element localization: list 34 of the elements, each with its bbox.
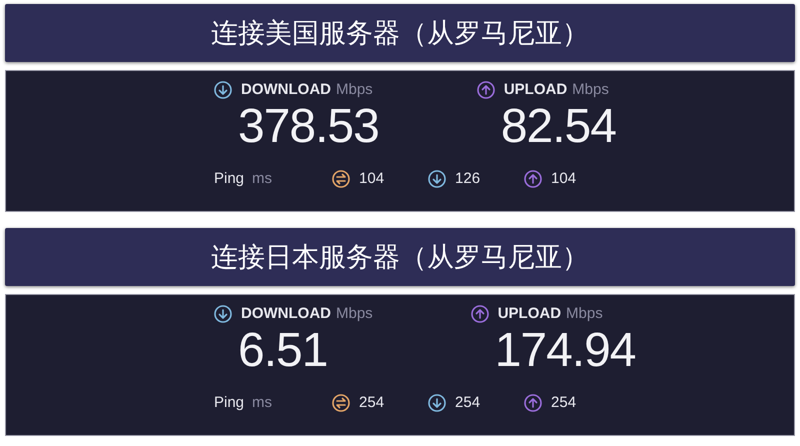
ping-label: Ping — [214, 392, 244, 412]
upload-icon — [470, 305, 489, 324]
section-title: 连接美国服务器（从罗马尼亚） — [5, 4, 795, 62]
ping-icon — [332, 394, 350, 412]
ping-value: 254 — [359, 392, 384, 412]
speed-value: 174.94 — [494, 326, 636, 376]
unit-label: ms — [252, 392, 274, 412]
upload-icon — [476, 81, 495, 100]
unit-label: Mbps — [336, 304, 373, 324]
ping-value: 254 — [551, 392, 576, 412]
ping-value: 254 — [455, 392, 480, 412]
section-title: 连接日本服务器（从罗马尼亚） — [5, 228, 795, 286]
download-icon — [428, 394, 446, 412]
ping-value: 104 — [551, 168, 576, 188]
metric-label: UPLOAD — [504, 80, 568, 100]
speed-value: 6.51 — [238, 326, 328, 376]
unit-label: ms — [252, 168, 274, 188]
download-icon — [214, 305, 232, 324]
metric-label: DOWNLOAD — [241, 304, 331, 324]
speed-value: 378.53 — [238, 102, 379, 152]
upload-icon — [524, 170, 542, 188]
ping-value: 126 — [455, 168, 480, 188]
ping-value: 104 — [359, 168, 384, 188]
metric-label: DOWNLOAD — [241, 80, 331, 100]
download-icon — [214, 81, 232, 100]
ping-label: Ping — [214, 168, 244, 188]
unit-label: Mbps — [336, 80, 373, 100]
unit-label: Mbps — [566, 304, 603, 324]
upload-icon — [524, 394, 542, 412]
unit-label: Mbps — [572, 80, 609, 100]
ping-icon — [332, 170, 350, 188]
metric-label: UPLOAD — [498, 304, 562, 324]
speed-value: 82.54 — [500, 102, 616, 152]
download-icon — [428, 170, 446, 188]
